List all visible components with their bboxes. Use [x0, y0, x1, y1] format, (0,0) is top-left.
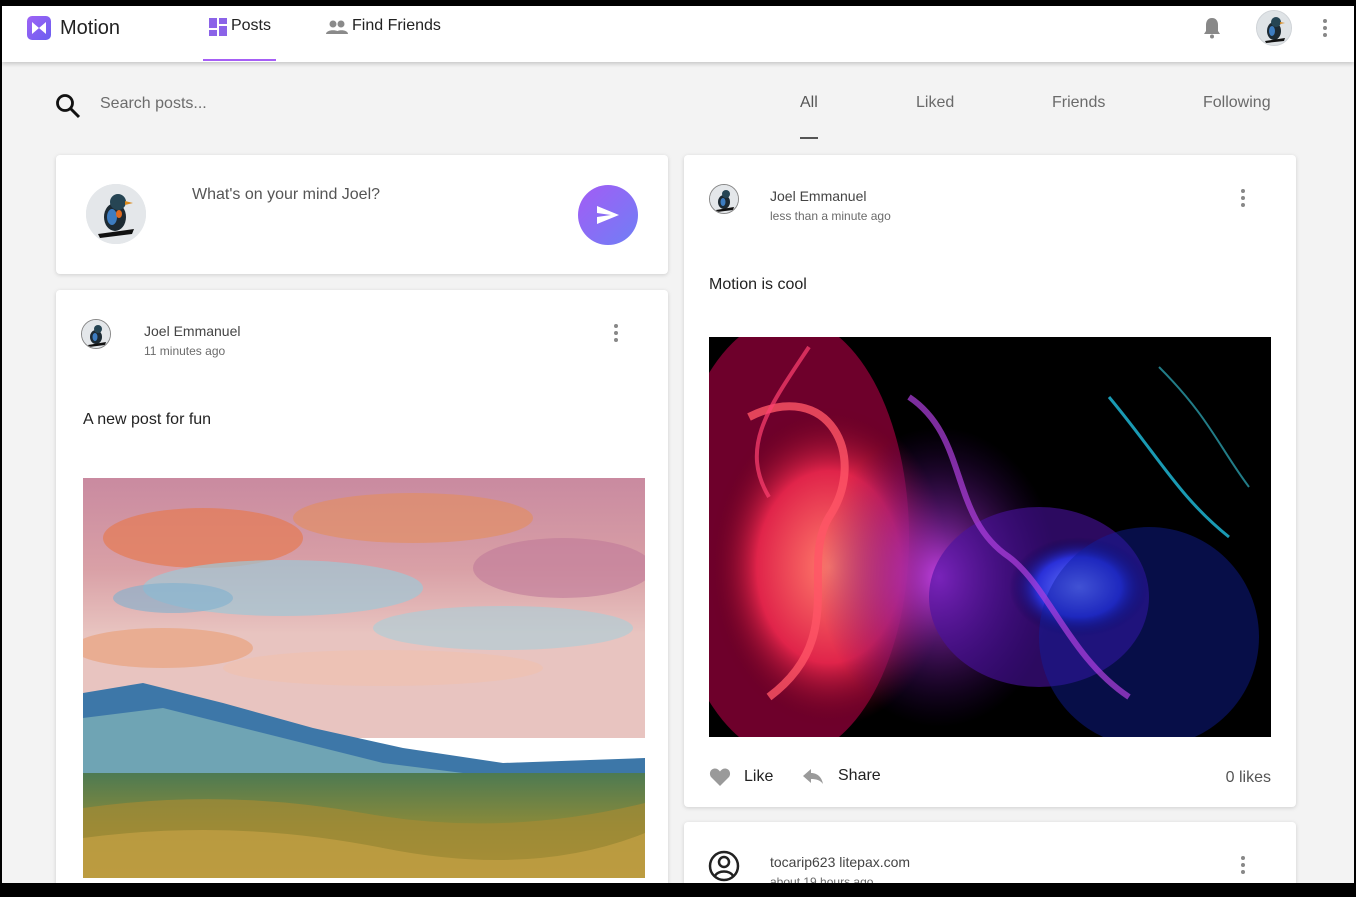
post-timestamp: less than a minute ago: [770, 209, 891, 223]
post-card: Joel Emmanuel less than a minute ago Mot…: [684, 155, 1296, 807]
more-vert-icon[interactable]: [1240, 188, 1246, 213]
nav-find-friends[interactable]: Find Friends: [325, 16, 441, 61]
heart-icon: [709, 768, 731, 786]
reply-icon: [803, 769, 823, 784]
post-image[interactable]: [709, 337, 1271, 737]
post-author-avatar[interactable]: [81, 319, 111, 349]
post-text: Motion is cool: [709, 276, 807, 293]
post-text: A new post for fun: [83, 411, 212, 428]
search-icon[interactable]: [54, 92, 82, 125]
filter-tab-all[interactable]: All: [800, 94, 818, 112]
active-tab-indicator: [800, 137, 818, 139]
filter-tab-following[interactable]: Following: [1203, 94, 1271, 112]
composer-avatar: [86, 184, 146, 244]
share-label: Share: [838, 767, 881, 784]
send-icon: [597, 206, 619, 224]
more-vert-icon[interactable]: [613, 323, 619, 348]
dashboard-icon: [208, 18, 227, 36]
post-author-name[interactable]: Joel Emmanuel: [144, 323, 241, 339]
post-composer: What's on your mind Joel?: [56, 155, 668, 274]
app-window: Motion Posts Find Friends Search posts..…: [2, 6, 1354, 883]
nav-posts[interactable]: Posts: [203, 16, 276, 61]
nav-find-friends-label: Find Friends: [352, 17, 441, 34]
search-input[interactable]: [100, 92, 400, 116]
post-timestamp: 11 minutes ago: [144, 344, 226, 358]
people-icon: [326, 20, 348, 34]
send-button[interactable]: [578, 185, 638, 245]
post-author-name[interactable]: tocarip623 litepax.com: [770, 854, 910, 870]
composer-prompt[interactable]: What's on your mind Joel?: [192, 186, 380, 204]
like-label: Like: [744, 768, 774, 785]
post-card: Joel Emmanuel 11 minutes ago A new post …: [56, 290, 668, 883]
post-author-avatar[interactable]: [709, 184, 739, 214]
user-avatar[interactable]: [1256, 10, 1292, 46]
share-button[interactable]: Share: [802, 767, 881, 785]
post-card: tocarip623 litepax.com about 19 hours ag…: [684, 822, 1296, 883]
filter-tab-liked[interactable]: Liked: [916, 94, 954, 112]
nav-posts-label: Posts: [230, 17, 271, 34]
more-vert-icon[interactable]: [1322, 18, 1328, 43]
motion-logo-icon: [27, 16, 51, 40]
like-button[interactable]: Like: [709, 767, 773, 787]
bell-icon[interactable]: [1200, 16, 1224, 45]
default-user-icon[interactable]: [708, 850, 740, 883]
top-bar: Motion Posts Find Friends: [2, 6, 1354, 62]
likes-count: 0 likes: [1225, 769, 1271, 786]
post-author-name[interactable]: Joel Emmanuel: [770, 188, 867, 204]
post-timestamp: about 19 hours ago: [770, 875, 874, 883]
app-name: Motion: [60, 16, 121, 39]
app-logo[interactable]: Motion: [27, 16, 120, 40]
post-image[interactable]: [83, 478, 645, 878]
filter-tab-friends[interactable]: Friends: [1052, 94, 1105, 112]
more-vert-icon[interactable]: [1240, 855, 1246, 880]
